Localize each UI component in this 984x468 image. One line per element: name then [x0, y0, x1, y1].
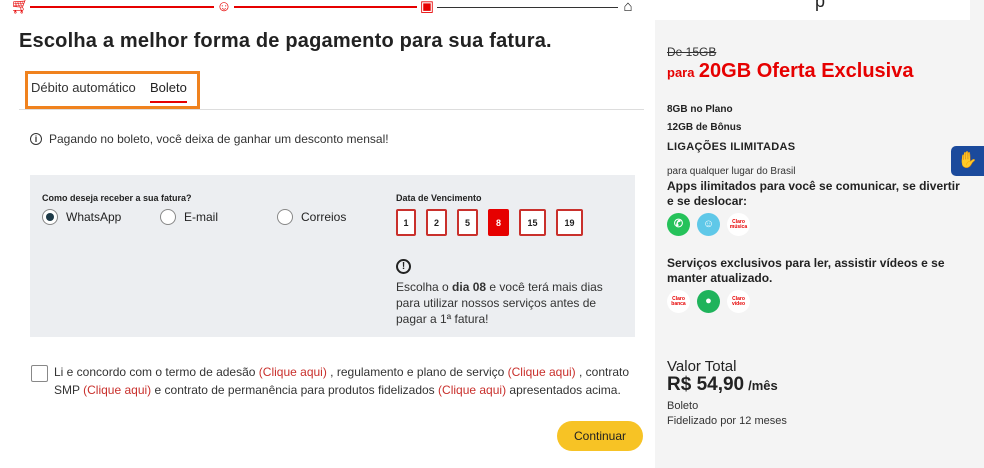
offer-prefix: para [667, 65, 695, 80]
due-day-button[interactable]: 15 [519, 209, 546, 236]
payment-tabs: Débito automático Boleto [19, 71, 644, 110]
terms-segment: Li e concordo com o termo de adesão [54, 365, 259, 379]
terms-link-permanencia[interactable]: (Clique aqui) [438, 383, 506, 397]
total-label: Valor Total [667, 358, 737, 375]
services-row: Claro banca ● Claro vídeo [667, 290, 750, 313]
continue-button[interactable]: Continuar [557, 421, 643, 451]
tip-bold: dia 08 [452, 280, 487, 294]
billing-options-panel: Como deseja receber a sua fatura? WhatsA… [30, 175, 635, 337]
plan-data: 8GB no Plano [667, 104, 733, 115]
terms-segment: , regulamento e plano de serviço [326, 365, 508, 379]
radio-label: WhatsApp [66, 210, 122, 224]
radio-dot-selected[interactable] [42, 209, 58, 225]
info-icon: i [30, 133, 42, 145]
calls-title: LIGAÇÕES ILIMITADAS [667, 141, 796, 153]
terms-link-regulamento[interactable]: (Clique aqui) [508, 365, 576, 379]
terms-segment: e contrato de permanência para produtos … [151, 383, 439, 397]
due-day-button[interactable]: 5 [457, 209, 478, 236]
delivery-question: Como deseja receber a sua fatura? [42, 193, 192, 203]
claro-banca-icon: Claro banca [667, 290, 690, 313]
due-date-label: Data de Vencimento [396, 193, 482, 203]
apps-text: Apps ilimitados para você se comunicar, … [667, 179, 960, 208]
terms-link-smp[interactable]: (Clique aqui) [83, 383, 151, 397]
info-notice-text: Pagando no boleto, você deixa de ganhar … [49, 132, 389, 146]
terms-checkbox[interactable] [31, 365, 48, 382]
tip-text: Escolha o [396, 280, 453, 294]
tab-debito-automatico[interactable]: Débito automático [31, 80, 136, 95]
terms-text: Li e concordo com o termo de adesão (Cli… [54, 363, 644, 399]
due-day-button[interactable]: 2 [426, 209, 447, 236]
summary-header-card: p [655, 0, 970, 20]
tab-boleto[interactable]: Boleto [150, 80, 187, 103]
progress-line-pending [427, 7, 622, 8]
services-text: Serviços exclusivos para ler, assistir v… [667, 256, 945, 285]
green-app-icon: ● [697, 290, 720, 313]
claro-video-icon: Claro vídeo [727, 290, 750, 313]
waze-icon: ☺ [697, 213, 720, 236]
total-price: R$ 54,90/mês [667, 374, 778, 396]
old-offer: De 15GB [667, 45, 717, 59]
summary-title-fragment: p [815, 0, 826, 11]
radio-label: Correios [301, 210, 347, 224]
terms-segment: apresentados acima. [506, 383, 621, 397]
page-title: Escolha a melhor forma de pagamento para… [19, 30, 552, 52]
loyalty-period: Fidelizado por 12 meses [667, 415, 787, 427]
due-day-button[interactable]: 19 [556, 209, 583, 236]
user-icon: ☺ [214, 0, 234, 17]
due-day-button-selected[interactable]: 8 [488, 209, 509, 236]
progress-stepper: 🛒︎ ☺ ▣ ⌂ [0, 0, 655, 22]
apps-row: ✆ ☺ Claro música [667, 213, 750, 236]
info-notice: i Pagando no boleto, você deixa de ganha… [30, 132, 389, 146]
offer-headline: para 20GB Oferta Exclusiva [667, 60, 913, 83]
offer-main: 20GB Oferta Exclusiva [698, 60, 914, 82]
monitor-icon: ▣ [417, 0, 437, 17]
terms-link-adesao[interactable]: (Clique aqui) [259, 365, 327, 379]
bonus-data: 12GB de Bônus [667, 122, 742, 133]
payment-method: Boleto [667, 400, 699, 412]
due-date-options: 1 2 5 8 15 19 [396, 209, 583, 236]
sign-language-accessibility-button[interactable]: ✋ [951, 146, 984, 176]
radio-whatsapp[interactable]: WhatsApp [42, 209, 121, 225]
due-date-tip: Escolha o dia 08 e você terá mais dias p… [396, 279, 626, 327]
order-summary: p De 15GB para 20GB Oferta Exclusiva 8GB… [655, 0, 984, 468]
lock-icon: ⌂ [618, 0, 638, 17]
due-day-button[interactable]: 1 [396, 209, 416, 236]
radio-dot[interactable] [277, 209, 293, 225]
whatsapp-icon: ✆ [667, 213, 690, 236]
alert-icon: ! [396, 259, 411, 274]
radio-correios[interactable]: Correios [277, 209, 346, 225]
claro-musica-icon: Claro música [727, 213, 750, 236]
radio-label: E-mail [184, 210, 219, 224]
price-value: R$ 54,90 [667, 374, 745, 395]
price-period: /mês [748, 378, 778, 393]
cart-icon: 🛒︎ [10, 0, 30, 17]
radio-email[interactable]: E-mail [160, 209, 218, 225]
calls-subtitle: para qualquer lugar do Brasil [667, 166, 796, 177]
radio-dot[interactable] [160, 209, 176, 225]
